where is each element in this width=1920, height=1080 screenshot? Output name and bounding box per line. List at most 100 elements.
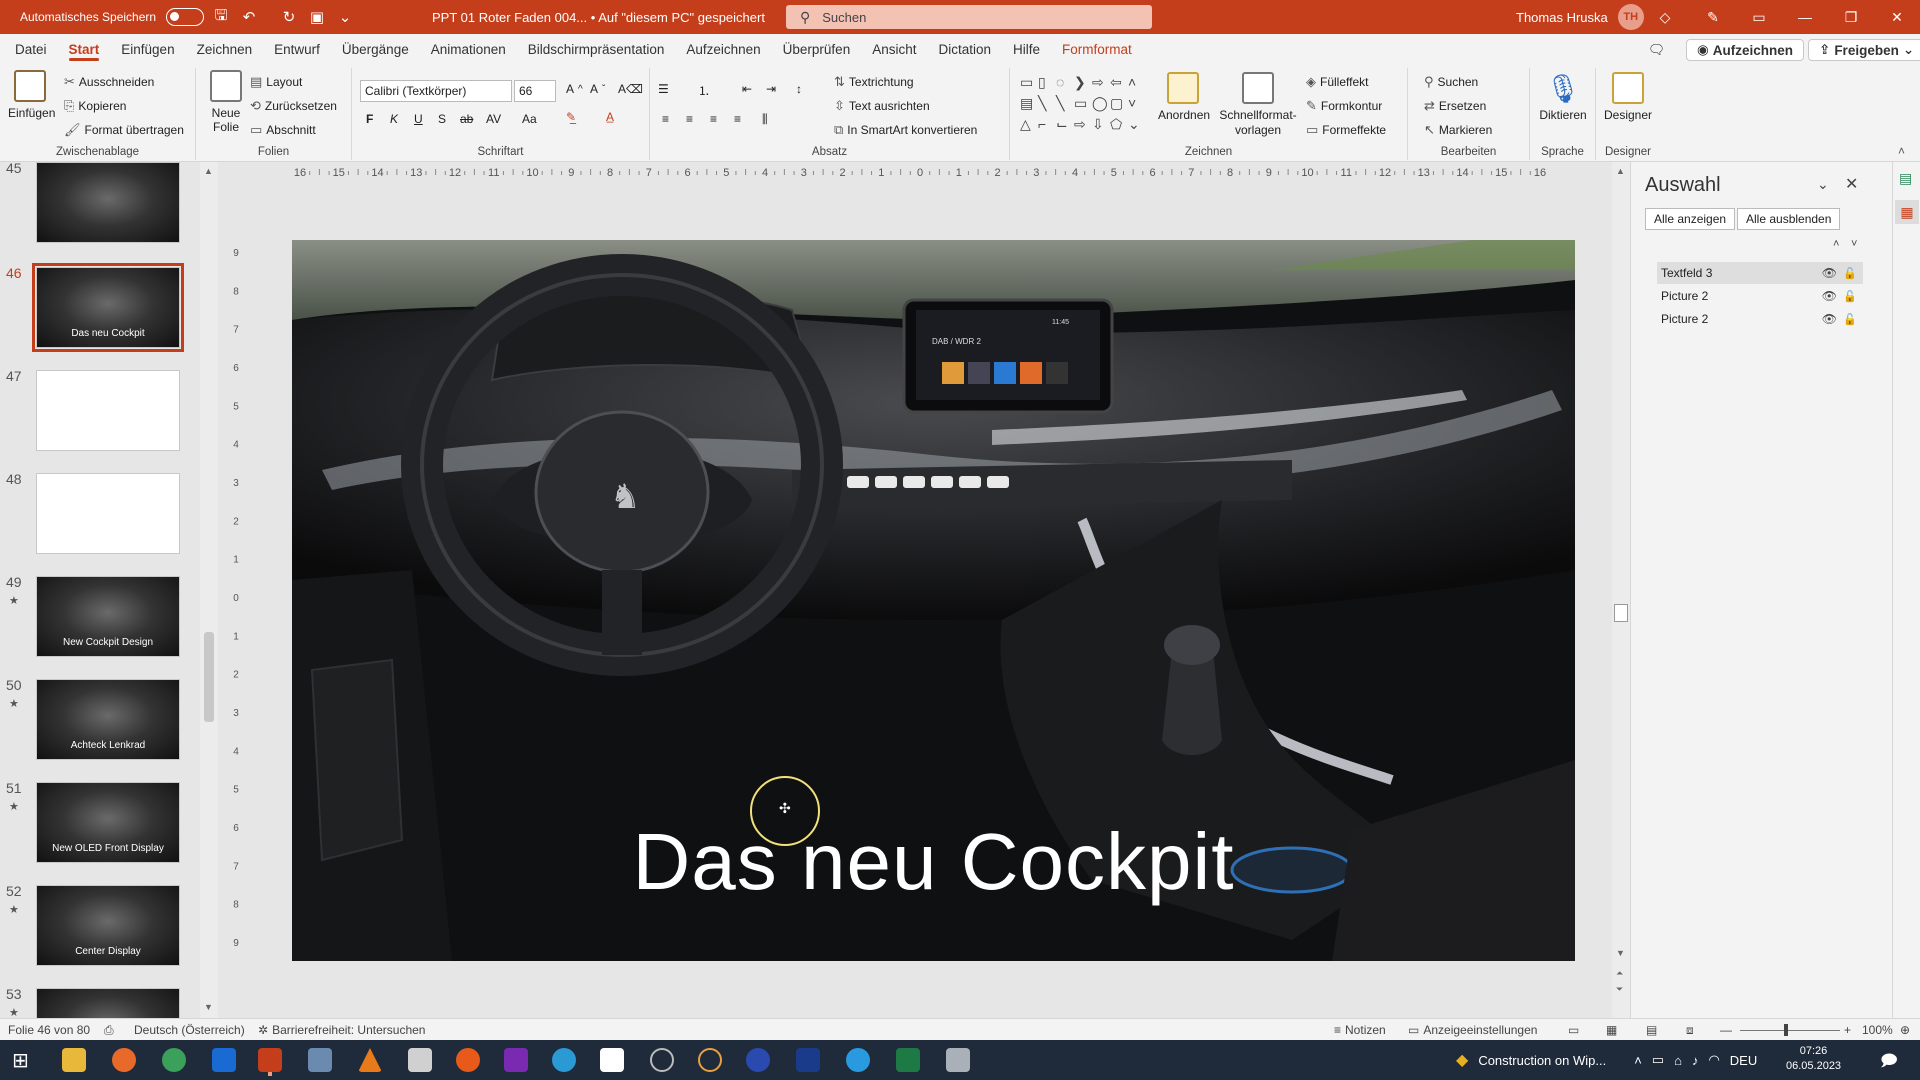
oval-shape-icon[interactable]: ◯ — [1092, 95, 1110, 116]
smartart-button[interactable]: ⧉ In SmartArt konvertieren — [834, 122, 977, 138]
arrow-left-shape-icon[interactable]: ⇦ — [1110, 74, 1128, 95]
shrink-font-icon[interactable]: Aˇ — [590, 82, 605, 96]
spellcheck-icon[interactable]: ⎙ — [104, 1019, 114, 1041]
word-icon[interactable] — [796, 1048, 820, 1072]
slide-thumbnail-row[interactable]: 47 — [0, 368, 200, 468]
line-shape-icon[interactable]: ╲ — [1038, 95, 1056, 116]
grow-font-icon[interactable]: A ^ — [566, 82, 583, 96]
autosave-toggle[interactable] — [166, 8, 205, 26]
elbow-shape-icon[interactable]: ⌐ — [1038, 116, 1056, 137]
tab-datei[interactable]: Datei — [4, 34, 58, 64]
language-status[interactable]: Deutsch (Österreich) — [134, 1019, 245, 1041]
save-icon[interactable]: 🖫 — [208, 4, 234, 30]
connector-shape-icon[interactable]: ⌙ — [1056, 116, 1074, 137]
dictate-button[interactable]: 🎙 Diktieren — [1536, 72, 1590, 122]
eye-icon[interactable]: 👁 — [1822, 289, 1837, 303]
slide-thumbnail[interactable] — [36, 473, 180, 554]
slide-thumbnail[interactable]: New OLED Front Display — [36, 782, 180, 863]
pane-options-icon[interactable]: ⌄ — [1817, 176, 1829, 193]
app-white-icon[interactable] — [600, 1048, 624, 1072]
tab-ansicht[interactable]: Ansicht — [861, 34, 927, 64]
align-text-button[interactable]: ⇳ Text ausrichten — [834, 98, 930, 114]
customize-icon[interactable]: ⌄ — [332, 4, 358, 30]
slide-thumbnail[interactable] — [36, 370, 180, 451]
record-button[interactable]: ◉ Aufzeichnen — [1686, 39, 1805, 61]
recorder-icon[interactable] — [698, 1048, 722, 1072]
tab-formformat[interactable]: Formformat — [1051, 34, 1143, 64]
rect2-shape-icon[interactable]: ▭ — [1074, 95, 1092, 116]
wifi-icon[interactable]: ◠ — [1708, 1052, 1719, 1068]
thumbnail-scrollbar[interactable]: ▲ ▼ — [200, 162, 218, 1018]
find-button[interactable]: ⚲ Suchen — [1424, 74, 1478, 90]
outlook-icon[interactable] — [212, 1048, 236, 1072]
selection-item[interactable]: Picture 2 👁 🔓 — [1657, 308, 1863, 330]
minimize-icon[interactable]: — — [1782, 0, 1828, 34]
onenote-icon[interactable] — [504, 1048, 528, 1072]
clear-format-icon[interactable]: A⌫ — [618, 82, 643, 96]
user-account[interactable]: Thomas Hruska TH — [1516, 0, 1644, 34]
close-icon[interactable]: ✕ — [1874, 0, 1920, 34]
slide-canvas[interactable]: DAB / WDR 2 11:45 ♞ Das neu Cockpit — [292, 240, 1575, 961]
copy-button[interactable]: ⎘ Kopieren — [64, 98, 126, 114]
line-spacing-icon[interactable]: ↕ — [796, 82, 802, 96]
gallery-up-icon[interactable]: ˄ — [1128, 74, 1146, 95]
tab-dictation[interactable]: Dictation — [927, 34, 1002, 64]
replace-button[interactable]: ⇄ Ersetzen — [1424, 98, 1486, 114]
clock[interactable]: 07:26 06.05.2023 — [1786, 1044, 1841, 1074]
unlock-icon[interactable]: 🔓 — [1843, 267, 1857, 280]
italic-button[interactable]: K — [390, 112, 398, 126]
accessibility-status[interactable]: ✲ Barrierefreiheit: Untersuchen — [258, 1019, 425, 1041]
tray-chevron-icon[interactable]: ˄ — [1634, 1053, 1642, 1068]
font-size-select[interactable]: 66 — [514, 80, 556, 102]
send-backward-icon[interactable]: ˅ — [1851, 238, 1857, 250]
undo-icon[interactable]: ↶ — [236, 4, 262, 30]
tab-einfuegen[interactable]: Einfügen — [110, 34, 185, 64]
app-icon[interactable] — [308, 1048, 332, 1072]
increase-indent-icon[interactable]: ⇥ — [766, 82, 776, 96]
slide-thumbnail-row[interactable]: 49 ★ New Cockpit Design — [0, 574, 200, 674]
slide-thumbnail-row[interactable]: 50 ★ Achteck Lenkrad — [0, 677, 200, 777]
textbox-shape-icon[interactable]: ▯ — [1038, 74, 1056, 95]
shape-effects-button[interactable]: ▭ Formeffekte — [1306, 122, 1386, 138]
columns-icon[interactable]: ⫼ — [762, 112, 768, 127]
shapes-gallery[interactable]: ▭ ▯ ◌ ❯ ⇨ ⇦ ˄ ▤ ╲ ╲ ▭ ◯ ▢ ˅ △ ⌐ ⌙ ⇨ ⇩ ⬠ ⌄ — [1020, 74, 1154, 138]
scroll-thumb[interactable] — [204, 632, 214, 722]
highlight-icon[interactable]: ✎̲ — [566, 110, 576, 124]
triangle-shape-icon[interactable]: △ — [1020, 116, 1038, 137]
search-box[interactable]: ⚲ Suchen — [786, 5, 1152, 29]
bring-forward-icon[interactable]: ˄ — [1833, 238, 1839, 250]
eye-icon[interactable]: 👁 — [1822, 266, 1837, 280]
zoom-in-icon[interactable]: + — [1844, 1019, 1851, 1041]
network-icon[interactable]: ⌂ — [1674, 1053, 1682, 1068]
slide-counter[interactable]: Folie 46 von 80 — [8, 1019, 90, 1041]
app-circle-icon[interactable] — [650, 1048, 674, 1072]
underline-button[interactable]: U — [414, 112, 423, 126]
rectangle-shape-icon[interactable]: ▭ — [1020, 74, 1038, 95]
tab-zeichnen[interactable]: Zeichnen — [186, 34, 264, 64]
numbering-icon[interactable]: ⒈ — [698, 82, 710, 99]
diamond-icon[interactable]: ◇ — [1642, 0, 1688, 34]
weather-text[interactable]: Construction on Wip... — [1478, 1053, 1606, 1068]
notifications-icon[interactable]: 🗩 — [1880, 1050, 1898, 1077]
ribbon-display-icon[interactable]: ▭ — [1736, 0, 1782, 34]
line2-shape-icon[interactable]: ╲ — [1056, 95, 1074, 116]
slide-thumbnail-row[interactable]: 46 Das neu Cockpit — [0, 263, 200, 365]
collapse-ribbon-icon[interactable]: ˄ — [1898, 144, 1905, 158]
slide-thumbnail[interactable]: New Cockpit Design — [36, 576, 180, 657]
slide-thumbnail-row[interactable]: 52 ★ Center Display — [0, 883, 200, 983]
zoom-level[interactable]: 100% — [1862, 1019, 1893, 1041]
scroll-up-icon[interactable]: ▲ — [1616, 166, 1625, 176]
tab-hilfe[interactable]: Hilfe — [1002, 34, 1051, 64]
text-shape-icon[interactable]: ▤ — [1020, 95, 1038, 116]
excel-icon[interactable] — [896, 1048, 920, 1072]
tab-bildschirmpraesentation[interactable]: Bildschirmpräsentation — [517, 34, 676, 64]
down-arrow-shape-icon[interactable]: ⇩ — [1092, 116, 1110, 137]
roundrect-shape-icon[interactable]: ▢ — [1110, 95, 1128, 116]
arrow-shape-icon[interactable]: ⇨ — [1074, 116, 1092, 137]
eye-icon[interactable]: 👁 — [1822, 312, 1837, 326]
notepad-icon[interactable] — [408, 1048, 432, 1072]
slide-thumbnail[interactable] — [36, 162, 180, 243]
slide-thumbnail-row[interactable]: 53 ★ — [0, 986, 200, 1018]
new-slide-button[interactable]: Neue Folie — [208, 70, 244, 134]
slide-sorter-icon[interactable]: ▦ — [1606, 1019, 1617, 1041]
